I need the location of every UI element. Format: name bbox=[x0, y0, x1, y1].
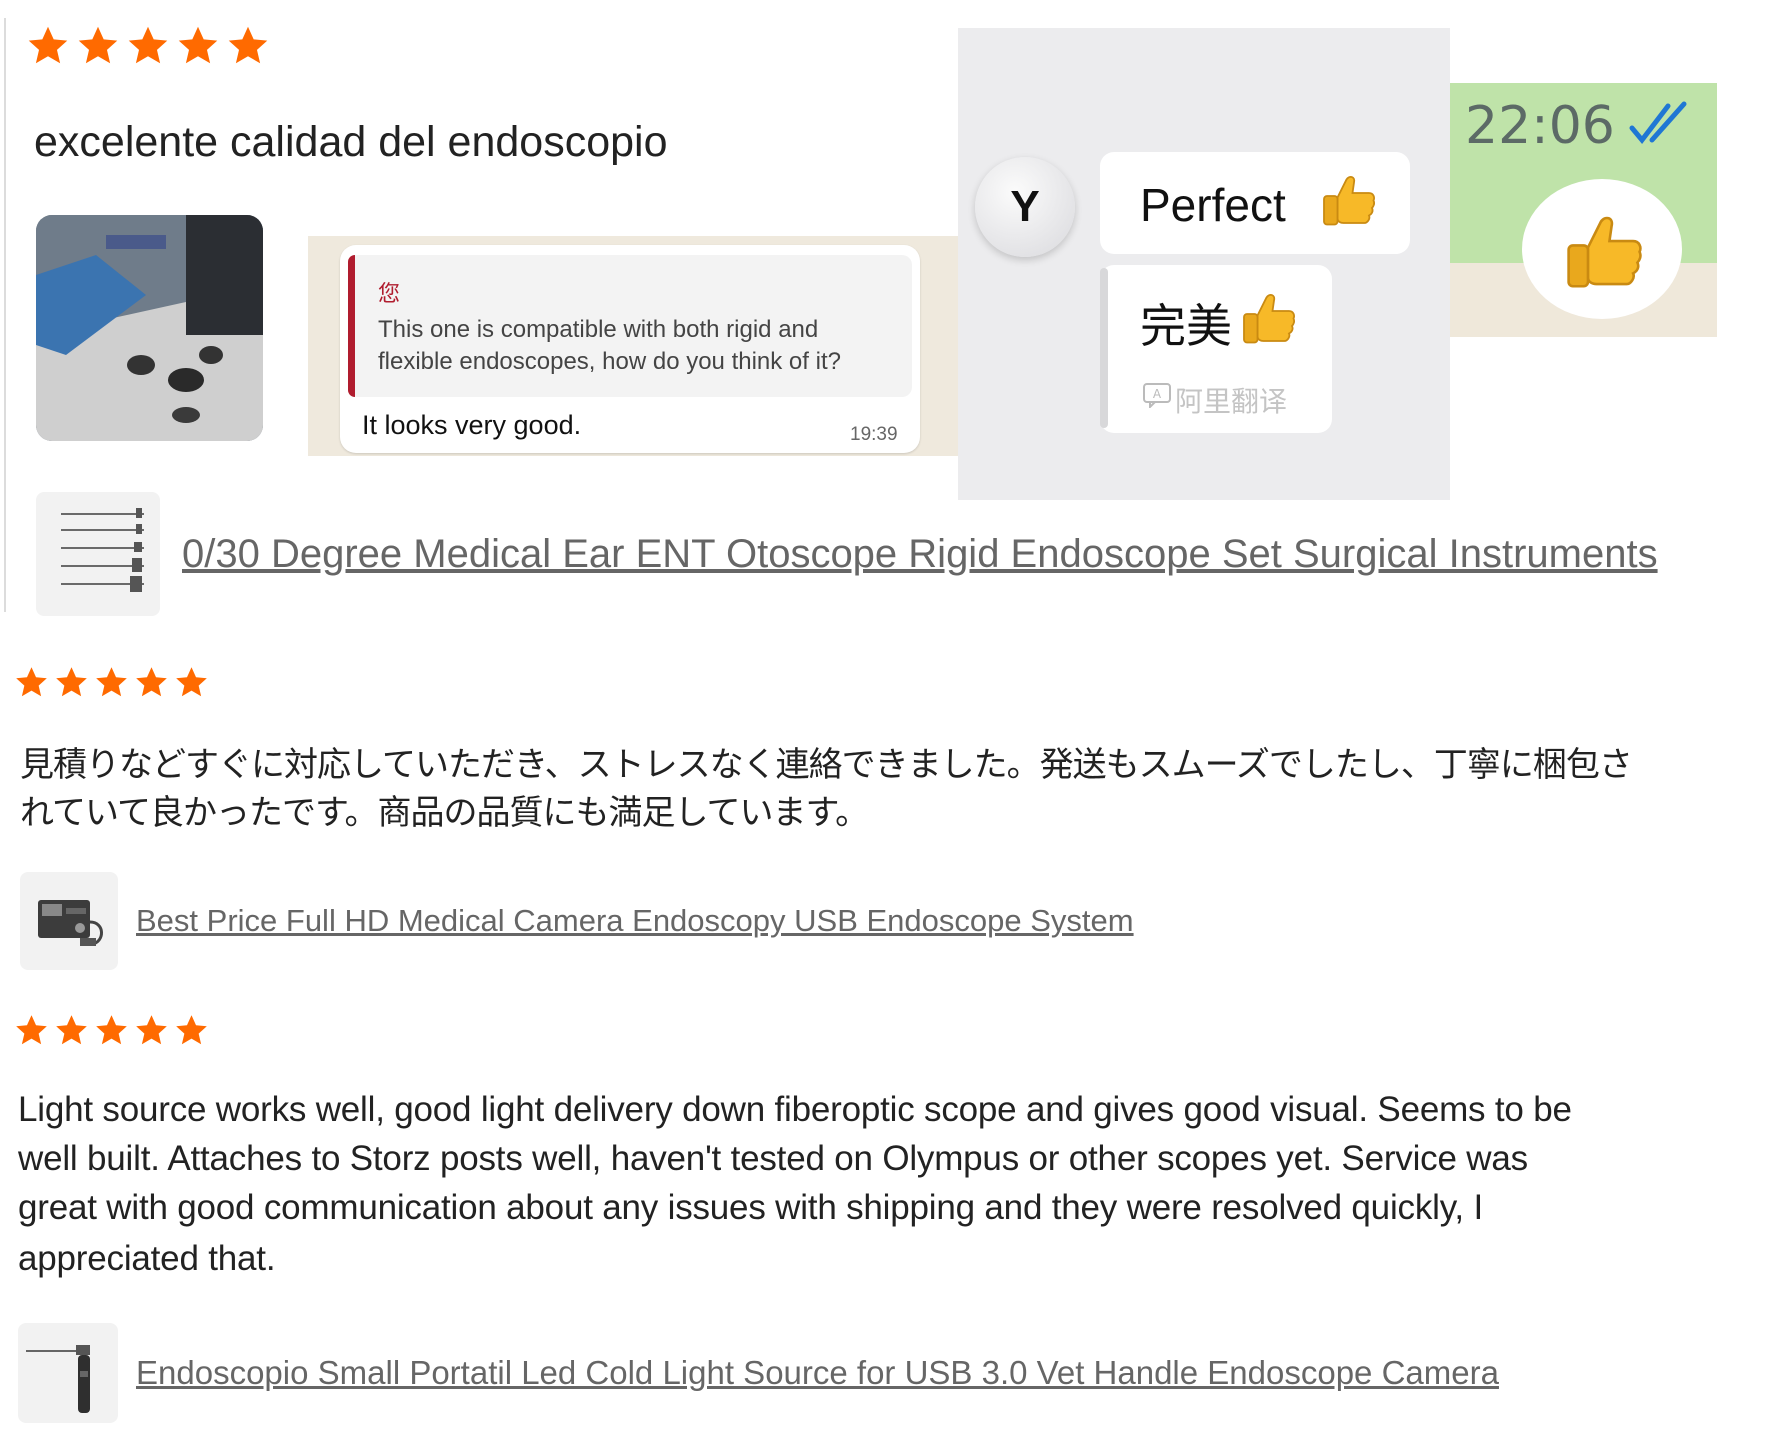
star-icon bbox=[176, 24, 220, 68]
product-link[interactable]: Best Price Full HD Medical Camera Endosc… bbox=[20, 872, 1134, 970]
review-1-rating bbox=[26, 24, 270, 68]
thumbs-up-icon bbox=[1560, 211, 1646, 297]
star-icon bbox=[174, 1013, 209, 1048]
endoscope-set-icon bbox=[36, 492, 160, 616]
whatsapp-time: 22:06 bbox=[1465, 96, 1615, 156]
quote-indicator-bar bbox=[348, 255, 355, 397]
light-source-icon bbox=[18, 1323, 118, 1423]
quote-text-line-2: flexible endoscopes, how do you think of… bbox=[378, 348, 841, 375]
quote-text-line-1: This one is compatible with both rigid a… bbox=[378, 316, 819, 343]
product-title-link[interactable]: Endoscopio Small Portatil Led Cold Light… bbox=[136, 1354, 1499, 1392]
product-title-link[interactable]: Best Price Full HD Medical Camera Endosc… bbox=[136, 903, 1134, 939]
review-3-text-line-2: well built. Attaches to Storz posts well… bbox=[18, 1139, 1528, 1178]
star-icon bbox=[174, 665, 209, 700]
translation-service-label: 阿里翻译 bbox=[1175, 386, 1288, 417]
product-title-link[interactable]: 0/30 Degree Medical Ear ENT Otoscope Rig… bbox=[182, 532, 1658, 577]
avatar: Y bbox=[975, 157, 1075, 257]
star-icon bbox=[126, 24, 170, 68]
chat-reply-text: It looks very good. bbox=[362, 410, 582, 440]
translation-indicator-bar bbox=[1100, 268, 1108, 428]
camera-system-icon bbox=[20, 872, 118, 970]
review-2-rating bbox=[14, 665, 209, 700]
review-2-text-line-2: れていて良かったです。商品の品質にも満足しています。 bbox=[20, 794, 869, 832]
thumbs-up-icon bbox=[1318, 172, 1378, 232]
review-3-text-line-1: Light source works well, good light deli… bbox=[18, 1090, 1572, 1129]
review-3-text-line-3: great with good communication about any … bbox=[18, 1188, 1483, 1227]
review-1-text: excelente calidad del endoscopio bbox=[34, 118, 668, 166]
star-icon bbox=[134, 1013, 169, 1048]
translate-icon: A bbox=[1143, 383, 1171, 408]
quote-sender: 您 bbox=[378, 281, 401, 306]
product-link[interactable]: Endoscopio Small Portatil Led Cold Light… bbox=[18, 1323, 1499, 1423]
star-icon bbox=[76, 24, 120, 68]
thumbs-up-icon bbox=[1238, 290, 1298, 350]
message-text: Perfect bbox=[1140, 179, 1286, 231]
review-photo[interactable] bbox=[36, 215, 263, 441]
review-3-text-line-4: appreciated that. bbox=[18, 1239, 276, 1278]
star-icon bbox=[54, 1013, 89, 1048]
chat-time: 19:39 bbox=[850, 424, 898, 445]
star-icon bbox=[14, 665, 49, 700]
star-icon bbox=[134, 665, 169, 700]
star-icon bbox=[26, 24, 70, 68]
svg-text:A: A bbox=[1153, 387, 1162, 401]
review-2-text-line-1: 見積りなどすぐに対応していただき、ストレスなく連絡できました。発送もスムーズでし… bbox=[20, 746, 1633, 784]
review-3-rating bbox=[14, 1013, 209, 1048]
star-icon bbox=[94, 665, 129, 700]
review-divider-line bbox=[4, 18, 6, 612]
star-icon bbox=[54, 665, 89, 700]
double-check-icon bbox=[1629, 101, 1687, 145]
translation-text: 完美 bbox=[1140, 300, 1232, 352]
star-icon bbox=[14, 1013, 49, 1048]
product-link[interactable]: 0/30 Degree Medical Ear ENT Otoscope Rig… bbox=[36, 492, 1658, 616]
star-icon bbox=[94, 1013, 129, 1048]
star-icon bbox=[226, 24, 270, 68]
